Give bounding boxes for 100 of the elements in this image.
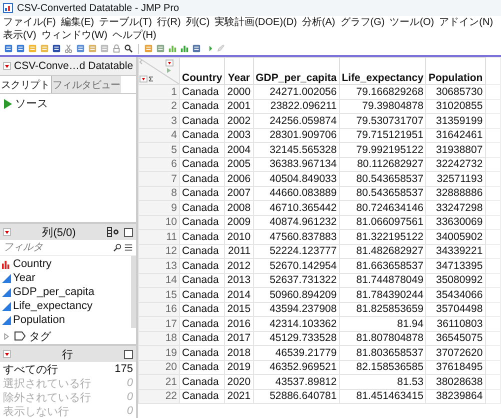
menu-item[interactable]: ツール(O) xyxy=(390,16,434,29)
table-cell: 24256.059874 xyxy=(253,114,340,128)
lock-icon[interactable] xyxy=(112,44,121,53)
menu-item[interactable]: 分析(A) xyxy=(302,16,336,29)
menu-item[interactable]: ヘルプ(H) xyxy=(112,29,156,42)
table-cell: 43537.89812 xyxy=(253,374,340,389)
column-item[interactable]: Country xyxy=(13,258,52,270)
script-item[interactable]: ソース xyxy=(15,96,48,111)
menu-item[interactable]: 実験計画(DOE)(D) xyxy=(214,16,297,29)
column-header[interactable]: Country xyxy=(180,58,225,84)
bar-chart-icon xyxy=(2,260,11,268)
table-cell: 2009 xyxy=(224,215,254,230)
row-number[interactable]: 16 xyxy=(138,302,180,316)
table-cell: 31020855 xyxy=(426,99,486,114)
square-icon[interactable] xyxy=(124,350,133,358)
menu-item[interactable]: 列(C) xyxy=(186,16,210,29)
tab[interactable]: スクリプト xyxy=(0,76,52,93)
expand-icon[interactable] xyxy=(2,332,11,340)
table-cell: Canada xyxy=(180,258,225,273)
row-number[interactable]: 2 xyxy=(138,99,180,114)
table-cell: 2010 xyxy=(224,230,254,244)
column-header[interactable]: Population xyxy=(426,58,486,84)
menu-item[interactable]: ファイル(F) xyxy=(3,16,56,29)
table-cell: 50960.894209 xyxy=(253,288,340,302)
table-cell: 80.724634146 xyxy=(339,200,426,215)
column-item[interactable]: Year xyxy=(13,272,36,284)
row-number[interactable]: 11 xyxy=(138,230,180,244)
table-cell: 38239864 xyxy=(426,389,486,404)
menu-triangle-icon[interactable] xyxy=(3,62,11,70)
menu-item[interactable]: アドイン(N) xyxy=(439,16,494,29)
table-cell: 34339221 xyxy=(426,244,486,258)
row-number[interactable]: 21 xyxy=(138,374,180,389)
tab[interactable]: フィルタビュー xyxy=(52,76,122,93)
table-cell: 35704498 xyxy=(426,302,486,316)
row-state-label: すべての行 xyxy=(3,362,58,376)
menu-triangle-icon[interactable] xyxy=(3,228,11,236)
row-number[interactable]: 20 xyxy=(138,360,180,374)
row-number[interactable]: 12 xyxy=(138,244,180,258)
column-header[interactable]: Year xyxy=(224,58,254,84)
table-cell: 2008 xyxy=(224,200,254,215)
row-number[interactable]: 9 xyxy=(138,200,180,215)
column-item[interactable]: Life_expectancy xyxy=(13,300,92,312)
bar-chart-icon[interactable] xyxy=(180,44,189,53)
menu-item[interactable]: 編集(E) xyxy=(60,16,94,29)
table-cell: 80.543658537 xyxy=(339,172,426,186)
table-cell: Canada xyxy=(180,374,225,389)
table-cell: 81.803658537 xyxy=(339,346,426,360)
table-cell: 81.663658537 xyxy=(339,258,426,273)
row-number[interactable]: 15 xyxy=(138,288,180,302)
tag-label[interactable]: タグ xyxy=(29,328,51,344)
menu-item[interactable]: 表示(V) xyxy=(3,29,36,42)
menu-item[interactable]: テーブル(T) xyxy=(99,16,152,29)
table-cell: 52886.640781 xyxy=(253,389,340,404)
pencil-icon[interactable] xyxy=(216,44,225,53)
column-item[interactable]: Population xyxy=(13,314,65,326)
app-icon xyxy=(3,3,13,13)
row-number[interactable]: 8 xyxy=(138,186,180,200)
table-cell: 23822.096211 xyxy=(253,99,340,114)
table-name: CSV-Conve…d Datatable xyxy=(14,60,134,72)
options-icon[interactable] xyxy=(124,243,133,252)
row-number[interactable]: 18 xyxy=(138,331,180,346)
search-icon[interactable] xyxy=(113,243,122,252)
menu-item[interactable]: ウィンドウ(W) xyxy=(41,29,108,42)
table-cell: 79.39804878 xyxy=(339,99,426,114)
column-header[interactable]: GDP_per_capita xyxy=(253,58,340,84)
column-header[interactable]: Life_expectancy xyxy=(339,58,426,84)
row-number[interactable]: 17 xyxy=(138,316,180,331)
table-cell: 24271.002056 xyxy=(253,84,340,99)
table-cell: 52670.142954 xyxy=(253,258,340,273)
row-number[interactable]: 1 xyxy=(138,84,180,99)
table-cell: 46710.365442 xyxy=(253,200,340,215)
row-number[interactable]: 10 xyxy=(138,215,180,230)
square-icon[interactable] xyxy=(124,228,133,236)
table-cell: Canada xyxy=(180,172,225,186)
menu-item[interactable]: グラフ(G) xyxy=(340,16,385,29)
table-cell: 81.53 xyxy=(339,374,426,389)
table-cell: 34713395 xyxy=(426,258,486,273)
corner-triangles-drawing[interactable] xyxy=(139,58,179,84)
row-number[interactable]: 13 xyxy=(138,258,180,273)
row-number[interactable]: 6 xyxy=(138,157,180,172)
row-number[interactable]: 19 xyxy=(138,346,180,360)
chart-icon[interactable] xyxy=(168,44,177,53)
row-number[interactable]: 3 xyxy=(138,114,180,128)
table-cell: Canada xyxy=(180,114,225,128)
menu-item[interactable]: 行(R) xyxy=(156,16,181,29)
row-number[interactable]: 7 xyxy=(138,172,180,186)
table-cell: 37618495 xyxy=(426,360,486,374)
table-cell: 80.543658537 xyxy=(339,186,426,200)
table-cell: Canada xyxy=(180,215,225,230)
columns-gear-icon[interactable] xyxy=(107,227,121,237)
column-item[interactable]: GDP_per_capita xyxy=(13,286,94,298)
table-cell: 31938807 xyxy=(426,142,486,157)
menu-triangle-icon[interactable] xyxy=(3,350,11,358)
row-number[interactable]: 14 xyxy=(138,273,180,288)
scissors-icon[interactable] xyxy=(64,44,73,53)
row-number[interactable]: 4 xyxy=(138,128,180,142)
table-cell: Canada xyxy=(180,186,225,200)
row-number[interactable]: 5 xyxy=(138,142,180,157)
search-icon[interactable] xyxy=(124,44,133,53)
row-number[interactable]: 22 xyxy=(138,389,180,404)
